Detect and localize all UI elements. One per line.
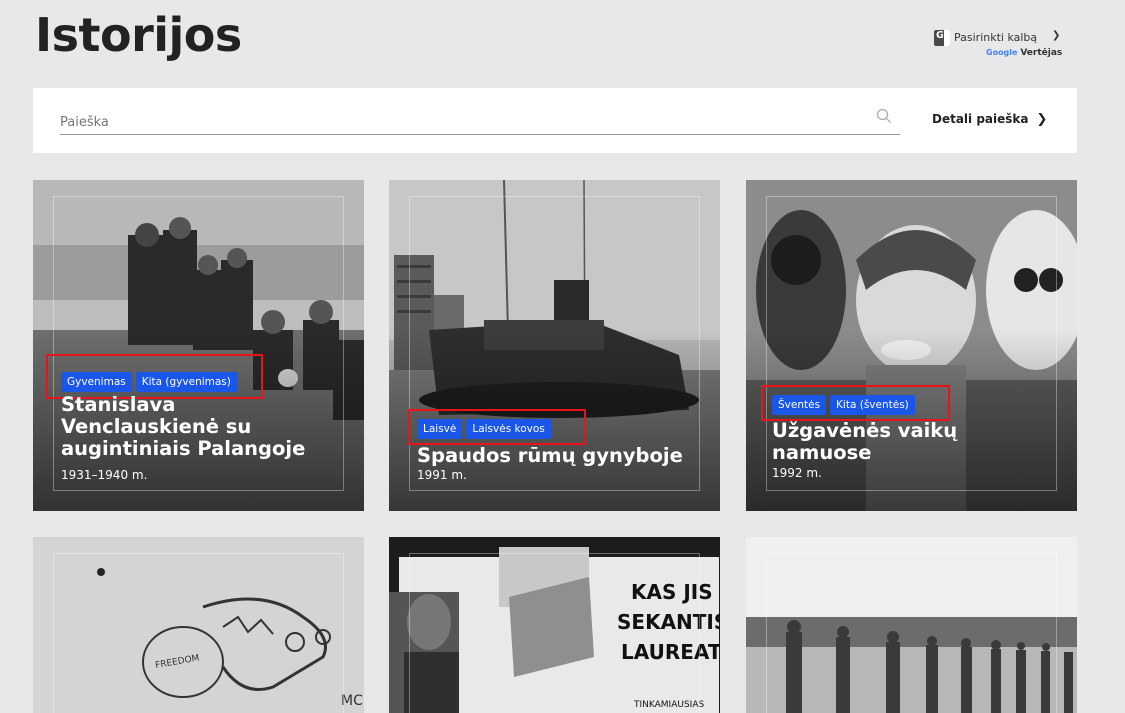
- search-icon[interactable]: [876, 108, 892, 124]
- google-translate-icon: [934, 30, 950, 46]
- language-selector-label: Pasirinkti kalbą: [954, 31, 1038, 44]
- story-year: 1931–1940 m.: [61, 468, 148, 482]
- story-year: 1991 m.: [417, 468, 467, 482]
- chevron-right-icon: ❯: [1036, 112, 1048, 127]
- chevron-down-icon[interactable]: ❯: [1052, 30, 1060, 41]
- powered-by-google-translate: Google Vertėjas: [986, 48, 1063, 58]
- story-title: Užgavėnės vaikų namuose: [772, 419, 958, 464]
- search-input[interactable]: [60, 110, 900, 135]
- story-card[interactable]: Gyvenimas Kita (gyvenimas) Stanislava Venc…: [33, 180, 364, 511]
- graffiti-text-partial: MC: [341, 693, 363, 709]
- language-selector[interactable]: Pasirinkti kalbą ❯ Google Vertėjas: [934, 30, 1063, 62]
- story-year: 1992 m.: [772, 466, 822, 480]
- page-title: Istorijos: [35, 8, 242, 62]
- advanced-search-link[interactable]: Detali paieška ❯: [932, 112, 1047, 127]
- story-card[interactable]: FREEDOM MC: [33, 537, 364, 713]
- story-title: Stanislava Venclauskienė su augintiniais P…: [61, 393, 306, 460]
- tags-highlight-box: [408, 409, 586, 445]
- story-card[interactable]: Šventės Kita (šventės) Užgavėnės vaikų nam…: [746, 180, 1077, 511]
- tags-highlight-box: [761, 385, 950, 421]
- advanced-search-label: Detali paieška: [932, 112, 1029, 126]
- story-card[interactable]: [746, 537, 1077, 713]
- story-card[interactable]: Laisvė Laisvės kovos Spaudos rūmų gynyboj…: [389, 180, 720, 511]
- search-panel: Detali paieška ❯: [33, 88, 1077, 153]
- story-card[interactable]: KAS JIS SEKANTIS LAUREATI TINKAMIAUSIAS: [389, 537, 720, 713]
- story-title: Spaudos rūmų gynyboje: [417, 444, 683, 467]
